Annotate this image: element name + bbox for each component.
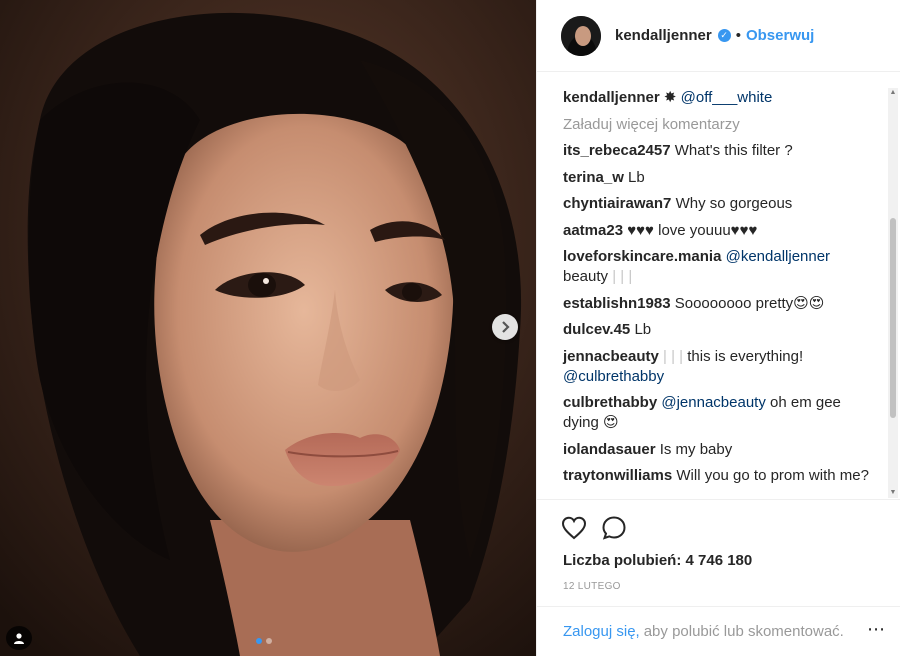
user-tag-icon: [14, 633, 24, 644]
comment-faint-text: | | |: [612, 268, 633, 285]
login-prompt-text: aby polubić lub skomentować.: [643, 623, 844, 640]
caption-mention[interactable]: @off___white: [681, 89, 773, 106]
comment-text: Lb: [628, 168, 645, 186]
comment-username[interactable]: its_rebeca2457: [563, 142, 671, 159]
comment-username[interactable]: establishn1983: [563, 295, 671, 312]
photo-image: [0, 0, 536, 656]
caption: kendalljenner ✸ @off___white: [563, 88, 879, 108]
comment-icon: [602, 516, 626, 540]
comment-text: Is my baby: [659, 440, 733, 458]
carousel-indicator: [256, 638, 272, 644]
load-more-comments-button[interactable]: Załaduj więcej komentarzy: [563, 115, 879, 135]
comment-item: dulcev.45 Lb: [563, 320, 879, 340]
comment-username[interactable]: loveforskincare.mania: [563, 248, 721, 265]
comment-mention[interactable]: @jennacbeauty: [661, 394, 765, 411]
login-bar: Zaloguj się, aby polubić lub skomentować…: [537, 606, 900, 656]
comment-item: traytonwilliams Will you go to prom with…: [563, 466, 879, 486]
comment-username[interactable]: chyntiairawan7: [563, 195, 671, 212]
user-tag-button[interactable]: [6, 626, 32, 650]
carousel-dot-active: [256, 638, 262, 644]
post-photo[interactable]: [0, 0, 536, 656]
comment-text: Soooooooo pretty😍😍: [674, 294, 825, 312]
comments-list[interactable]: kendalljenner ✸ @off___white Załaduj wię…: [537, 88, 887, 498]
scroll-down-icon[interactable]: ▼: [888, 488, 898, 498]
comments-scrollbar[interactable]: ▲ ▼: [888, 88, 898, 498]
post-details-panel: kendalljenner ✓ • Obserwuj kendalljenner…: [536, 0, 900, 656]
comment-mention[interactable]: @culbrethabby: [563, 368, 664, 385]
comment-item: terina_w Lb: [563, 168, 879, 188]
verified-icon: ✓: [717, 29, 731, 42]
header-username[interactable]: kendalljenner: [615, 27, 712, 44]
caption-username[interactable]: kendalljenner: [563, 89, 660, 106]
scroll-thumb[interactable]: [890, 218, 896, 418]
heart-icon: [561, 516, 587, 540]
caption-text: ✸: [663, 89, 677, 106]
comment-item: aatma23 ♥♥♥ love youuu♥♥♥: [563, 221, 879, 241]
comment-item: jennacbeauty | | | this is everything! @…: [563, 347, 879, 387]
comment-text: beauty: [563, 268, 609, 285]
follow-button[interactable]: Obserwuj: [746, 27, 814, 44]
avatar[interactable]: [561, 15, 601, 56]
comment-item: its_rebeca2457 What's this filter ?: [563, 141, 879, 161]
comment-username[interactable]: terina_w: [563, 169, 624, 186]
comment-button[interactable]: [601, 515, 627, 541]
comment-item: establishn1983 Soooooooo pretty😍😍: [563, 294, 879, 314]
comment-item: chyntiairawan7 Why so gorgeous: [563, 194, 879, 214]
carousel-dot: [266, 638, 272, 644]
comment-text: Lb: [634, 321, 652, 338]
comment-mention[interactable]: @kendalljenner: [726, 248, 830, 265]
chevron-right-icon: [502, 321, 510, 333]
more-icon[interactable]: ⋯: [867, 619, 886, 640]
comment-item: iolandasauer Is my baby: [563, 440, 879, 460]
header-separator: •: [735, 27, 741, 44]
comment-username[interactable]: culbrethabby: [563, 394, 657, 411]
likes-count[interactable]: Liczba polubień: 4 746 180: [563, 552, 752, 569]
post-header: kendalljenner ✓ • Obserwuj: [537, 0, 900, 72]
like-button[interactable]: [561, 516, 587, 540]
login-link[interactable]: Zaloguj się,: [563, 623, 640, 640]
comment-username[interactable]: iolandasauer: [563, 441, 656, 458]
scroll-up-icon[interactable]: ▲: [888, 88, 898, 98]
comment-username[interactable]: jennacbeauty: [563, 348, 659, 365]
comment-text: Will you go to prom with me?: [676, 467, 869, 484]
comment-text: this is everything!: [687, 347, 804, 365]
avatar-image: [561, 15, 601, 56]
comment-username[interactable]: traytonwilliams: [563, 467, 672, 484]
comment-text: ♥♥♥ love youuu♥♥♥: [627, 221, 758, 239]
comment-faint-text: | | |: [663, 347, 684, 365]
post-date[interactable]: 12 LUTEGO: [563, 581, 621, 592]
comment-username[interactable]: aatma23: [563, 222, 623, 239]
post-actions: [537, 499, 900, 556]
comment-text: Why so gorgeous: [675, 195, 793, 212]
next-photo-button[interactable]: [492, 314, 518, 340]
comment-text: What's this filter ?: [674, 142, 793, 159]
comment-item: loveforskincare.mania @kendalljenner bea…: [563, 247, 879, 287]
comment-item: culbrethabby @jennacbeauty oh em gee dyi…: [563, 393, 879, 433]
comment-username[interactable]: dulcev.45: [563, 321, 630, 338]
